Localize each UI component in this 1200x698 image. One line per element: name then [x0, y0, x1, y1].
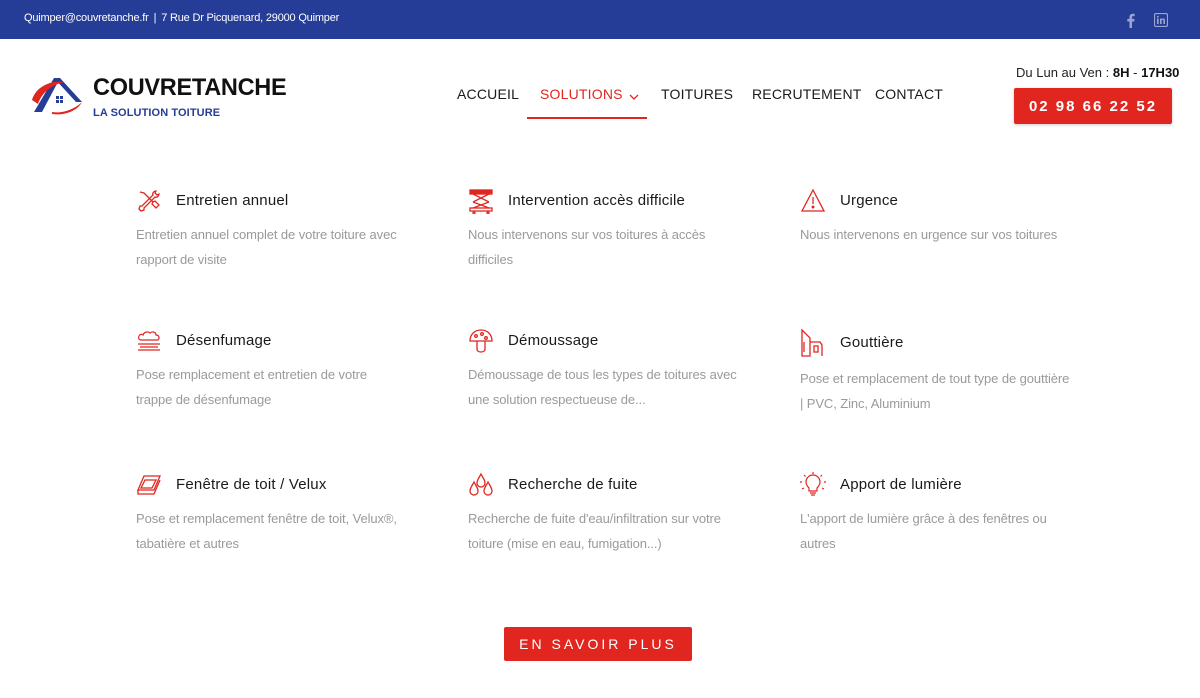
- nav-active-underline: [527, 117, 647, 119]
- service-description: Pose et remplacement fenêtre de toit, Ve…: [136, 511, 397, 551]
- service-title: Apport de lumière: [840, 476, 962, 493]
- service-title: Entretien annuel: [176, 192, 289, 209]
- nav-solutions-label: SOLUTIONS: [540, 86, 623, 102]
- service-title: Démoussage: [508, 332, 599, 349]
- opening-hours: Du Lun au Ven : 8H - 17H30: [1016, 65, 1179, 80]
- hours-dash: -: [1133, 65, 1138, 80]
- mushroom-icon: [468, 328, 494, 354]
- service-description: Démoussage de tous les types de toitures…: [468, 367, 737, 407]
- service-title: Urgence: [840, 192, 899, 209]
- service-title: Désenfumage: [176, 332, 272, 349]
- service-description: L'apport de lumière grâce à des fenêtres…: [800, 511, 1047, 551]
- nav-toitures[interactable]: TOITURES: [661, 86, 733, 102]
- top-bar: Quimper@couvretanche.fr | 7 Rue Dr Picquen…: [0, 0, 1200, 39]
- address-text: 7 Rue Dr Picquenard, 29000 Quimper: [161, 12, 340, 24]
- hours-end: 17H30: [1141, 65, 1180, 80]
- service-description: Nous intervenons sur vos toitures à accè…: [468, 227, 706, 267]
- hours-start: 8H: [1112, 65, 1130, 80]
- service-title: Recherche de fuite: [508, 476, 638, 493]
- service-title: Gouttière: [840, 334, 904, 351]
- service-description: Pose remplacement et entretien de votre …: [136, 367, 367, 407]
- linkedin-icon[interactable]: [1153, 12, 1169, 28]
- nav-accueil[interactable]: ACCUEIL: [457, 86, 519, 102]
- scissor-lift-icon: [468, 188, 494, 215]
- service-title: Intervention accès difficile: [508, 192, 686, 209]
- chevron-down-icon: [629, 87, 639, 103]
- water-drops-icon: [468, 472, 494, 498]
- service-description: Nous intervenons en urgence sur vos toit…: [800, 227, 1058, 242]
- phone-button[interactable]: 02 98 66 22 52: [1014, 88, 1172, 124]
- info-separator: |: [153, 12, 157, 24]
- logo-brand-name: COUVRETANCHE: [93, 74, 287, 101]
- site-logo[interactable]: COUVRETANCHE LA SOLUTION TOITURE: [30, 72, 287, 122]
- nav-solutions[interactable]: SOLUTIONS: [540, 86, 639, 103]
- nav-recrutement[interactable]: RECRUTEMENT: [752, 86, 862, 102]
- light-bulb-icon: [800, 472, 826, 498]
- roof-window-icon: [136, 472, 162, 498]
- service-description: Recherche de fuite d'eau/infiltration su…: [468, 511, 721, 551]
- facebook-icon[interactable]: [1122, 12, 1138, 28]
- contact-info: Quimper@couvretanche.fr | 7 Rue Dr Picquen…: [24, 12, 339, 24]
- logo-roof-icon: [32, 78, 82, 115]
- warning-icon: [800, 188, 826, 214]
- gutter-icon: [800, 328, 826, 357]
- tools-icon: [136, 188, 162, 214]
- email-link[interactable]: Quimper@couvretanche.fr: [24, 12, 149, 24]
- logo-tagline: LA SOLUTION TOITURE: [93, 107, 221, 119]
- smoke-icon: [136, 328, 162, 354]
- learn-more-button[interactable]: EN SAVOIR PLUS: [504, 627, 692, 661]
- service-description: Entretien annuel complet de votre toitur…: [136, 227, 397, 267]
- nav-contact[interactable]: CONTACT: [875, 86, 943, 102]
- service-description: Pose et remplacement de tout type de gou…: [800, 371, 1070, 411]
- hours-prefix: Du Lun au Ven :: [1016, 65, 1110, 80]
- service-title: Fenêtre de toit / Velux: [176, 476, 327, 493]
